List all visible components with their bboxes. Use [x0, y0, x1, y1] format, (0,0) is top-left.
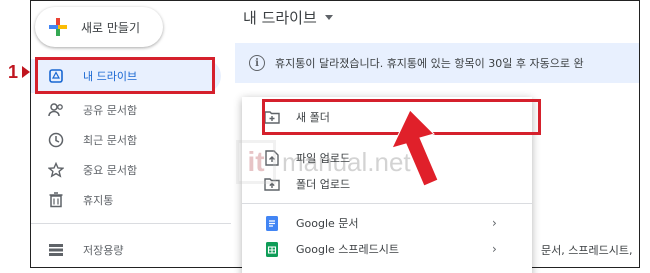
menu-item-google-sheets[interactable]: Google 스프레드시트 ›: [242, 235, 532, 263]
menu-divider: [242, 203, 532, 204]
sidebar-item-label: 공유 문서함: [83, 104, 138, 117]
page-title[interactable]: 내 드라이브: [243, 7, 333, 28]
star-icon: [47, 161, 65, 179]
menu-item-label: Google 문서: [296, 217, 359, 230]
page-title-text: 내 드라이브: [243, 9, 317, 27]
watermark-logo: it: [236, 140, 276, 184]
submenu-chevron-icon: ›: [492, 242, 497, 256]
info-icon: i: [249, 55, 265, 71]
clock-icon: [47, 131, 65, 149]
step-1-highlight: [35, 57, 215, 94]
sidebar-item-label: 저장용량: [83, 244, 124, 257]
plus-icon: [49, 18, 67, 36]
step-1-arrow: [22, 66, 30, 78]
dropdown-caret-icon: [324, 15, 333, 20]
sidebar-item-recent[interactable]: 최근 문서함: [31, 123, 221, 157]
sidebar-item-label: 최근 문서함: [83, 134, 138, 147]
new-button[interactable]: 새로 만들기: [35, 7, 163, 47]
step-1-marker: 1: [8, 62, 19, 82]
sidebar-item-shared[interactable]: 공유 문서함: [31, 93, 221, 127]
menu-item-label: Google 스프레드시트: [296, 243, 400, 256]
sidebar-item-label: 중요 문서함: [83, 164, 138, 177]
google-sheets-icon: [264, 241, 280, 257]
people-icon: [47, 101, 65, 119]
trash-icon: [47, 191, 65, 209]
trash-notice-banner: i 휴지통이 달라졌습니다. 휴지통에 있는 항목이 30일 후 자동으로 완: [235, 43, 639, 83]
sidebar-item-trash[interactable]: 휴지통: [31, 183, 221, 217]
sidebar-item-starred[interactable]: 중요 문서함: [31, 153, 221, 187]
watermark-text: manual.net: [282, 146, 411, 177]
sidebar-item-storage[interactable]: 저장용량: [31, 233, 221, 267]
new-button-label: 새로 만들기: [81, 20, 141, 35]
sidebar-item-label: 휴지통: [83, 194, 114, 207]
menu-item-google-docs[interactable]: Google 문서 ›: [242, 209, 532, 237]
sidebar-divider: [31, 223, 231, 224]
storage-icon: [47, 241, 65, 259]
watermark: it manual.net: [236, 140, 411, 184]
google-docs-icon: [264, 215, 280, 231]
submenu-chevron-icon: ›: [492, 216, 497, 230]
notice-text: 휴지통이 달라졌습니다. 휴지통에 있는 항목이 30일 후 자동으로 완: [275, 57, 584, 70]
background-text: 문서, 스프레드시트,: [541, 244, 633, 257]
